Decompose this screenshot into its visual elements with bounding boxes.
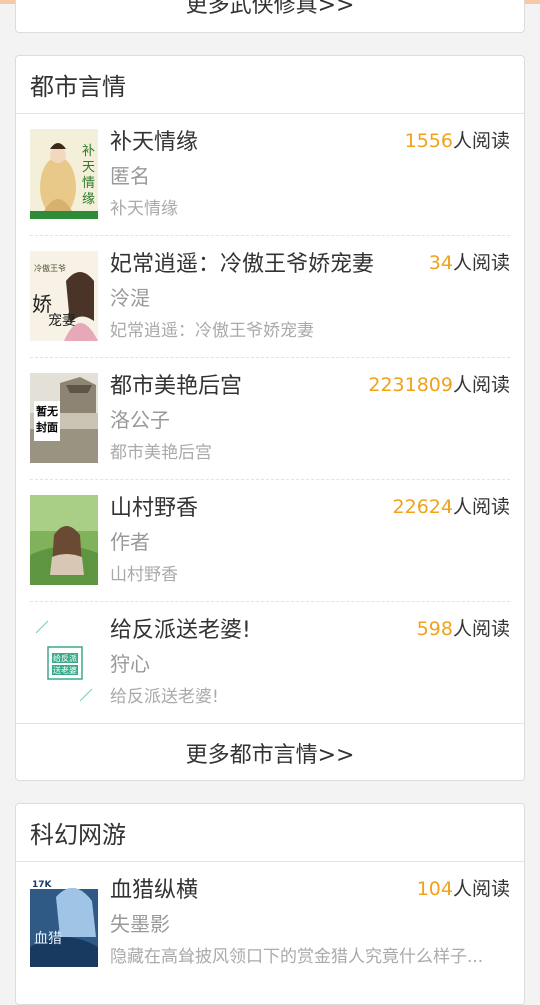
svg-text:缘: 缘 — [82, 192, 95, 207]
book-desc: 都市美艳后宫 — [110, 443, 212, 463]
read-count-suffix: 人阅读 — [452, 618, 510, 640]
svg-text:冷傲王爷: 冷傲王爷 — [34, 263, 66, 273]
svg-text:封面: 封面 — [36, 420, 58, 434]
read-count-suffix: 人阅读 — [452, 252, 510, 274]
read-count-number: 22624 — [392, 496, 453, 518]
book-title[interactable]: 血猎纵横 — [110, 872, 198, 904]
dushi-section: 都市言情 补 天 情 缘 补天情缘 匿名 补天情缘 1556人阅读 冷傲王爷 娇… — [15, 55, 525, 781]
book-desc: 山村野香 — [110, 565, 178, 585]
svg-text:给反派: 给反派 — [53, 653, 77, 663]
book-cover[interactable]: 17K 血猎 — [30, 877, 98, 967]
book-author: 作者 — [110, 530, 150, 554]
book-item[interactable]: 山村野香 作者 山村野香 22624人阅读 — [30, 480, 510, 602]
book-author: 洛公子 — [110, 408, 170, 432]
read-count: 34人阅读 — [429, 248, 510, 275]
book-title[interactable]: 都市美艳后宫 — [110, 368, 242, 400]
svg-text:情: 情 — [82, 176, 95, 191]
book-title[interactable]: 给反派送老婆! — [110, 612, 251, 644]
book-title[interactable]: 山村野香 — [110, 490, 198, 522]
read-count-suffix: 人阅读 — [452, 374, 510, 396]
book-author: 狩心 — [110, 652, 150, 676]
book-cover[interactable] — [30, 495, 98, 585]
book-cover[interactable]: 暂无 封面 — [30, 373, 98, 463]
read-count-number: 598 — [416, 618, 453, 640]
svg-text:暂无: 暂无 — [36, 404, 58, 418]
book-cover[interactable]: 冷傲王爷 娇 宠妻 — [30, 251, 98, 341]
section-title: 都市言情 — [16, 56, 524, 114]
read-count-number: 1556 — [404, 130, 453, 152]
book-title[interactable]: 补天情缘 — [110, 124, 198, 156]
read-count: 2231809人阅读 — [368, 370, 510, 397]
svg-text:17K: 17K — [32, 880, 53, 890]
book-author: 泠湜 — [110, 286, 150, 310]
book-author: 失墨影 — [110, 912, 170, 936]
svg-text:宠妻: 宠妻 — [48, 313, 76, 329]
svg-text:送老婆: 送老婆 — [53, 665, 77, 675]
book-item[interactable]: 17K 血猎 血猎纵横 失墨影 隐藏在高耸披风领口下的赏金猎人究竟什么样子...… — [30, 862, 510, 983]
book-item[interactable]: 暂无 封面 都市美艳后宫 洛公子 都市美艳后宫 2231809人阅读 — [30, 358, 510, 480]
read-count: 22624人阅读 — [393, 492, 510, 519]
read-count-suffix: 人阅读 — [452, 496, 510, 518]
read-count: 1556人阅读 — [405, 126, 510, 153]
book-desc: 隐藏在高耸披风领口下的赏金猎人究竟什么样子... — [110, 947, 484, 967]
read-count-suffix: 人阅读 — [452, 130, 510, 152]
book-title[interactable]: 妃常逍遥：冷傲王爷娇宠妻 — [110, 246, 374, 278]
book-item[interactable]: 给反派 送老婆 给反派送老婆! 狩心 给反派送老婆! 598人阅读 — [30, 602, 510, 723]
more-dushi-link[interactable]: 更多都市言情>> — [16, 723, 524, 780]
read-count-suffix: 人阅读 — [452, 878, 510, 900]
kehuan-section: 科幻网游 17K 血猎 血猎纵横 失墨影 隐藏在高耸披风领口下的赏金猎人究竟什么… — [15, 803, 525, 1005]
book-cover[interactable]: 给反派 送老婆 — [30, 617, 98, 707]
svg-text:天: 天 — [82, 160, 95, 175]
book-desc: 给反派送老婆! — [110, 687, 219, 707]
more-wuxia-link[interactable]: 更多武侠修真>> — [16, 0, 524, 32]
book-cover[interactable]: 补 天 情 缘 — [30, 129, 98, 219]
svg-text:补: 补 — [82, 144, 95, 159]
book-desc: 补天情缘 — [110, 199, 178, 219]
read-count: 598人阅读 — [417, 614, 510, 641]
book-item[interactable]: 冷傲王爷 娇 宠妻 妃常逍遥：冷傲王爷娇宠妻 泠湜 妃常逍遥：冷傲王爷娇宠妻 3… — [30, 236, 510, 358]
book-item[interactable]: 补 天 情 缘 补天情缘 匿名 补天情缘 1556人阅读 — [30, 114, 510, 236]
wuxia-section-tail: 更多武侠修真>> — [15, 0, 525, 33]
read-count-number: 2231809 — [368, 374, 453, 396]
read-count-number: 104 — [416, 878, 453, 900]
read-count: 104人阅读 — [417, 874, 510, 901]
book-desc: 妃常逍遥：冷傲王爷娇宠妻 — [110, 321, 314, 341]
book-author: 匿名 — [110, 164, 150, 188]
section-title: 科幻网游 — [16, 804, 524, 862]
svg-text:血猎: 血猎 — [34, 931, 62, 947]
read-count-number: 34 — [428, 252, 453, 274]
